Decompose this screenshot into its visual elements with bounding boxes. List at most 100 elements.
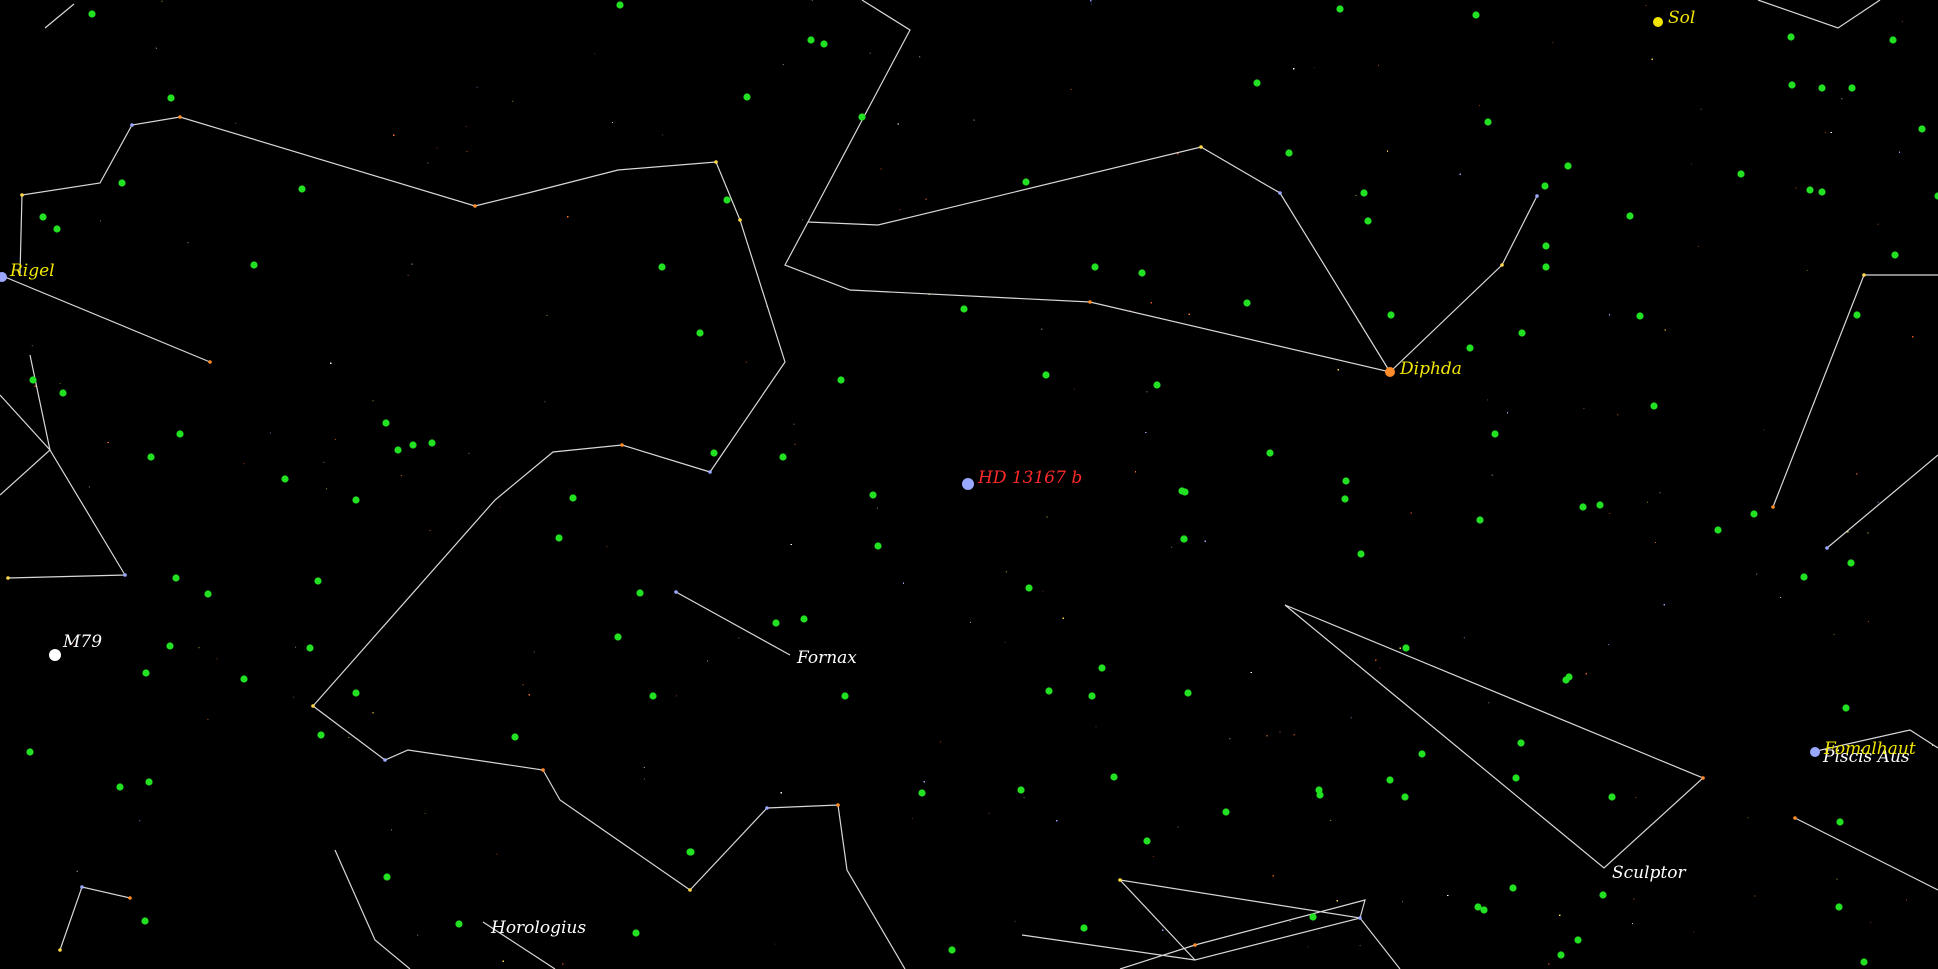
dust-star xyxy=(1293,734,1295,736)
dust-star xyxy=(1250,672,1252,673)
constellation-vertex-star xyxy=(6,576,10,580)
dust-star xyxy=(1204,540,1206,542)
catalog-star xyxy=(1842,704,1850,712)
dust-star xyxy=(611,122,613,123)
dust-star xyxy=(76,870,78,872)
constellation-vertex-star xyxy=(383,758,387,762)
catalog-star xyxy=(614,633,622,641)
catalog-star xyxy=(118,179,126,187)
catalog-star xyxy=(1608,793,1616,801)
diphda-marker[interactable] xyxy=(1385,367,1395,377)
dust-star xyxy=(1659,492,1661,494)
catalog-star xyxy=(1806,186,1814,194)
dust-star xyxy=(1046,516,1048,518)
dust-star xyxy=(1004,641,1006,643)
catalog-star xyxy=(1181,488,1189,496)
dust-star xyxy=(1806,269,1808,271)
constellation-vertex-star xyxy=(1862,273,1866,277)
dust-star xyxy=(417,934,419,936)
sol-marker[interactable] xyxy=(1653,17,1663,27)
catalog-star xyxy=(858,113,866,121)
dust-star xyxy=(522,684,524,686)
dust-star xyxy=(468,452,470,454)
catalog-star xyxy=(1243,299,1251,307)
star-map-canvas[interactable]: Sol Rigel Diphda HD 13167 b M79 Fornax S… xyxy=(0,0,1938,969)
catalog-star xyxy=(1386,776,1394,784)
dust-star xyxy=(499,506,501,508)
catalog-star xyxy=(1836,818,1844,826)
catalog-star xyxy=(1266,449,1274,457)
constellation-vertex-star xyxy=(58,948,62,952)
dust-star xyxy=(533,651,535,653)
catalog-star xyxy=(1818,84,1826,92)
target-planet-marker[interactable] xyxy=(962,478,974,490)
catalog-star xyxy=(1045,687,1053,695)
dust-star xyxy=(1402,901,1403,903)
catalog-star xyxy=(960,305,968,313)
dust-star xyxy=(1780,596,1782,598)
dust-star xyxy=(1330,819,1332,821)
dust-star xyxy=(235,122,237,124)
catalog-star xyxy=(1541,182,1549,190)
dust-star xyxy=(782,64,784,66)
fomalhaut-marker[interactable] xyxy=(1810,747,1820,757)
dust-star xyxy=(973,119,975,121)
dust-star xyxy=(970,621,972,623)
m79-marker[interactable] xyxy=(49,649,61,661)
dust-star xyxy=(1830,132,1832,133)
catalog-star xyxy=(298,185,306,193)
constellation-vertex-star xyxy=(1500,263,1504,267)
dust-star xyxy=(594,53,596,55)
dust-star xyxy=(1272,875,1274,877)
catalog-star xyxy=(1714,526,1722,534)
catalog-star xyxy=(306,644,314,652)
catalog-star xyxy=(1599,891,1607,899)
dust-star xyxy=(899,209,901,211)
dust-star xyxy=(1042,590,1044,592)
dust-star xyxy=(1337,369,1339,371)
dust-star xyxy=(391,829,392,831)
dust-star xyxy=(567,216,569,218)
dust-star xyxy=(1856,473,1858,475)
catalog-star xyxy=(1098,664,1106,672)
dust-star xyxy=(780,792,782,794)
dust-star xyxy=(1279,731,1281,733)
catalog-star xyxy=(59,389,67,397)
dust-star xyxy=(790,544,792,545)
constellation-vertex-star xyxy=(80,885,84,889)
constellation-vertex-star xyxy=(1771,505,1775,509)
catalog-star xyxy=(1650,402,1658,410)
catalog-star xyxy=(841,692,849,700)
constellation-vertex-star xyxy=(765,806,769,810)
dust-star xyxy=(1609,513,1611,514)
catalog-star xyxy=(1402,644,1410,652)
catalog-star xyxy=(317,731,325,739)
dust-star xyxy=(869,52,871,54)
dust-star xyxy=(243,463,245,465)
dust-star xyxy=(1014,920,1016,922)
dust-star xyxy=(1877,501,1879,503)
catalog-star xyxy=(616,1,624,9)
dust-star xyxy=(1747,817,1749,819)
catalog-star xyxy=(352,496,360,504)
dust-star xyxy=(528,694,530,696)
catalog-star xyxy=(723,196,731,204)
dust-star xyxy=(1700,108,1702,110)
dust-star xyxy=(1399,647,1401,649)
catalog-star xyxy=(807,36,815,44)
dust-star xyxy=(1090,0,1092,2)
catalog-star xyxy=(1518,329,1526,337)
constellation-vertex-star xyxy=(130,123,134,127)
constellation-vertex-star xyxy=(1118,878,1122,882)
diphda-label: Diphda xyxy=(1399,359,1462,379)
sculptor-label: Sculptor xyxy=(1612,863,1687,883)
dust-star xyxy=(546,314,548,316)
dust-star xyxy=(59,383,61,384)
constellation-vertex-star xyxy=(714,160,718,164)
dust-star xyxy=(1336,900,1338,902)
catalog-star xyxy=(166,642,174,650)
dust-star xyxy=(1062,617,1064,619)
dust-star xyxy=(802,219,804,221)
catalog-star xyxy=(772,619,780,627)
dust-star xyxy=(1870,922,1872,923)
